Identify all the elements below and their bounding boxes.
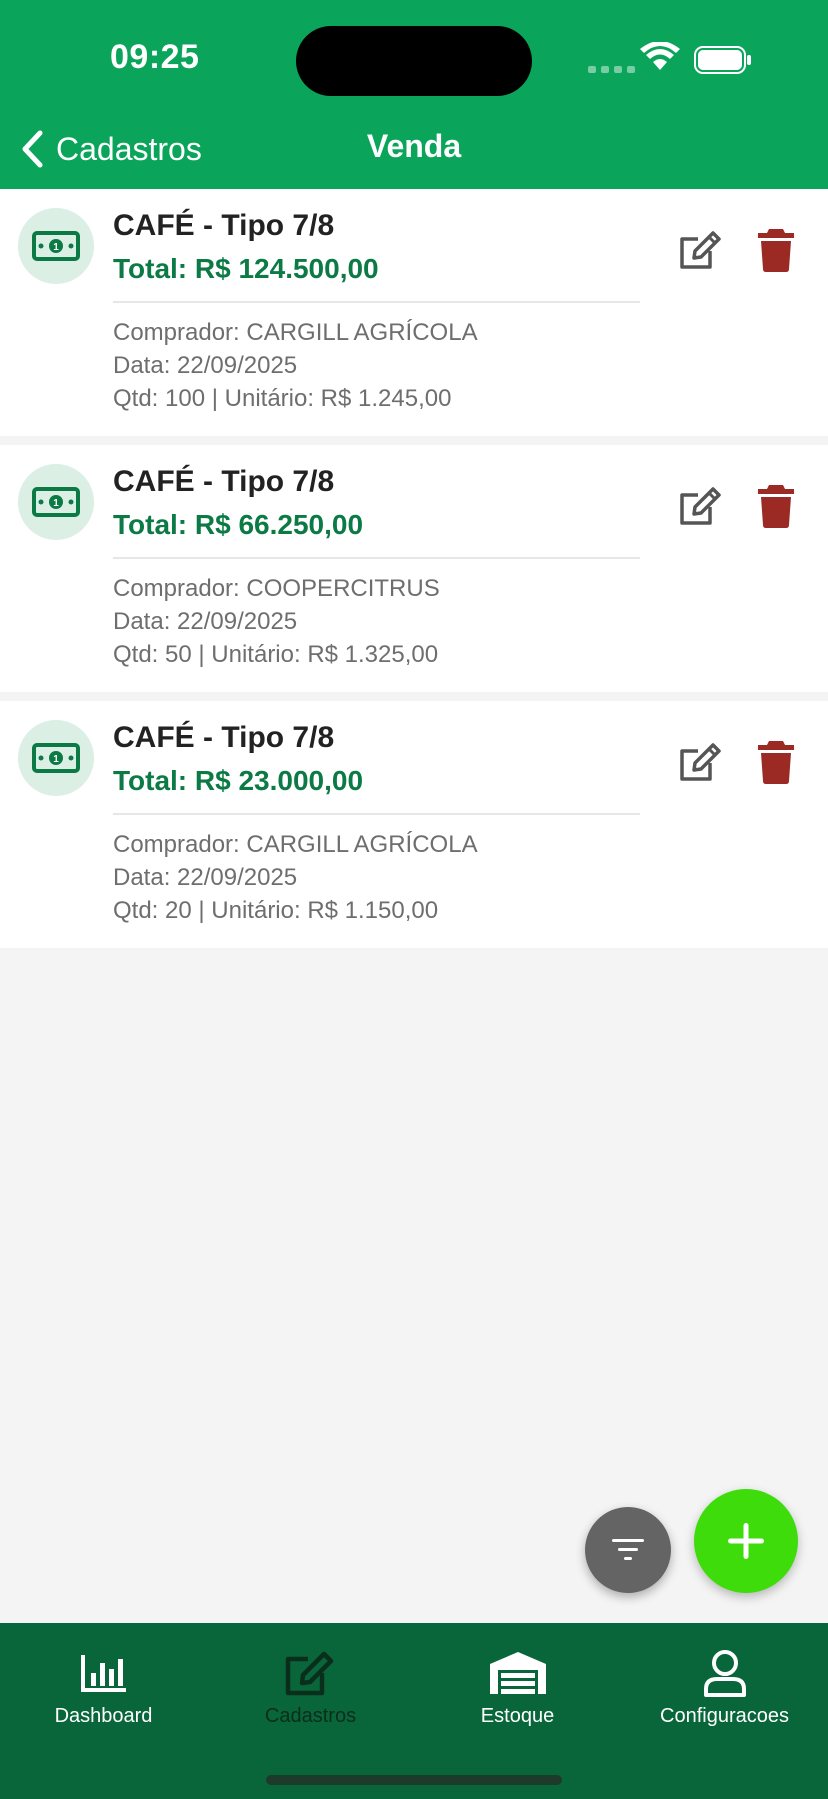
sale-card[interactable]: 1 CAFÉ - Tipo 7/8 Total: R$ 66.250,00 Co… — [0, 445, 828, 692]
sale-total: Total: R$ 124.500,00 — [113, 253, 379, 284]
svg-text:1: 1 — [53, 242, 59, 253]
nav-label-estoque: Estoque — [480, 1705, 555, 1727]
nav-dashboard[interactable]: Dashboard — [0, 1645, 207, 1728]
card-divider — [113, 813, 640, 815]
sale-date: Data: 22/09/2025 — [113, 352, 298, 379]
sale-title: CAFÉ - Tipo 7/8 — [113, 721, 335, 754]
page-title: Venda — [366, 128, 462, 164]
add-sale-button[interactable] — [694, 1489, 798, 1593]
dynamic-island — [296, 26, 532, 96]
nav-label-cadastros: Cadastros — [264, 1705, 357, 1727]
edit-icon — [285, 1651, 333, 1696]
sale-qty-unit: Qtd: 100 | Unitário: R$ 1.245,00 — [113, 385, 452, 412]
back-button[interactable]: Cadastros — [20, 124, 202, 174]
sale-buyer: Comprador: COOPERCITRUS — [113, 575, 440, 602]
money-bill-icon: 1 — [18, 208, 94, 284]
plus-icon — [728, 1523, 764, 1559]
money-bill-icon: 1 — [18, 720, 94, 796]
warehouse-icon — [489, 1652, 546, 1694]
user-icon — [703, 1650, 746, 1697]
battery-icon — [694, 46, 751, 74]
sale-qty-unit: Qtd: 20 | Unitário: R$ 1.150,00 — [113, 897, 439, 924]
app-header: 09:25 Cadastros Venda — [0, 0, 828, 189]
card-divider — [113, 301, 640, 303]
cellular-signal-icon — [588, 66, 635, 73]
nav-cadastros[interactable]: Cadastros — [207, 1645, 414, 1728]
filter-button[interactable] — [585, 1507, 671, 1593]
sale-qty-unit: Qtd: 50 | Unitário: R$ 1.325,00 — [113, 641, 439, 668]
home-indicator — [266, 1775, 562, 1785]
sale-date: Data: 22/09/2025 — [113, 608, 298, 635]
nav-label-configuracoes: Configuracoes — [660, 1705, 789, 1727]
trash-icon[interactable] — [756, 481, 796, 529]
chevron-left-icon — [22, 130, 43, 168]
edit-icon[interactable] — [676, 483, 724, 531]
sale-card[interactable]: 1 CAFÉ - Tipo 7/8 Total: R$ 23.000,00 Co… — [0, 701, 828, 948]
sale-total: Total: R$ 66.250,00 — [113, 509, 364, 540]
edit-icon[interactable] — [676, 739, 724, 787]
sale-buyer: Comprador: CARGILL AGRÍCOLA — [113, 831, 478, 858]
svg-text:1: 1 — [53, 498, 59, 509]
sale-buyer: Comprador: CARGILL AGRÍCOLA — [113, 319, 478, 346]
trash-icon[interactable] — [756, 737, 796, 785]
nav-estoque[interactable]: Estoque — [414, 1645, 621, 1728]
back-label: Cadastros — [56, 130, 202, 167]
status-time: 09:25 — [110, 38, 200, 76]
sale-date: Data: 22/09/2025 — [113, 864, 298, 891]
sale-title: CAFÉ - Tipo 7/8 — [113, 209, 335, 242]
filter-icon — [612, 1539, 644, 1560]
svg-text:1: 1 — [53, 754, 59, 765]
sale-card[interactable]: 1 CAFÉ - Tipo 7/8 Total: R$ 124.500,00 C… — [0, 189, 828, 436]
sales-list: 1 CAFÉ - Tipo 7/8 Total: R$ 124.500,00 C… — [0, 189, 828, 957]
screen: 09:25 Cadastros Venda 1 CAFÉ - Tipo 7/8 … — [0, 0, 828, 1799]
wifi-icon — [640, 42, 680, 70]
bottom-nav: Dashboard Cadastros Estoque Configuracoe… — [0, 1623, 828, 1799]
nav-label-dashboard: Dashboard — [54, 1705, 153, 1727]
nav-configuracoes[interactable]: Configuracoes — [621, 1645, 828, 1728]
trash-icon[interactable] — [756, 225, 796, 273]
sale-total: Total: R$ 23.000,00 — [113, 765, 364, 796]
edit-icon[interactable] — [676, 227, 724, 275]
sale-title: CAFÉ - Tipo 7/8 — [113, 465, 335, 498]
chart-bar-icon — [80, 1655, 126, 1692]
card-divider — [113, 557, 640, 559]
money-bill-icon: 1 — [18, 464, 94, 540]
